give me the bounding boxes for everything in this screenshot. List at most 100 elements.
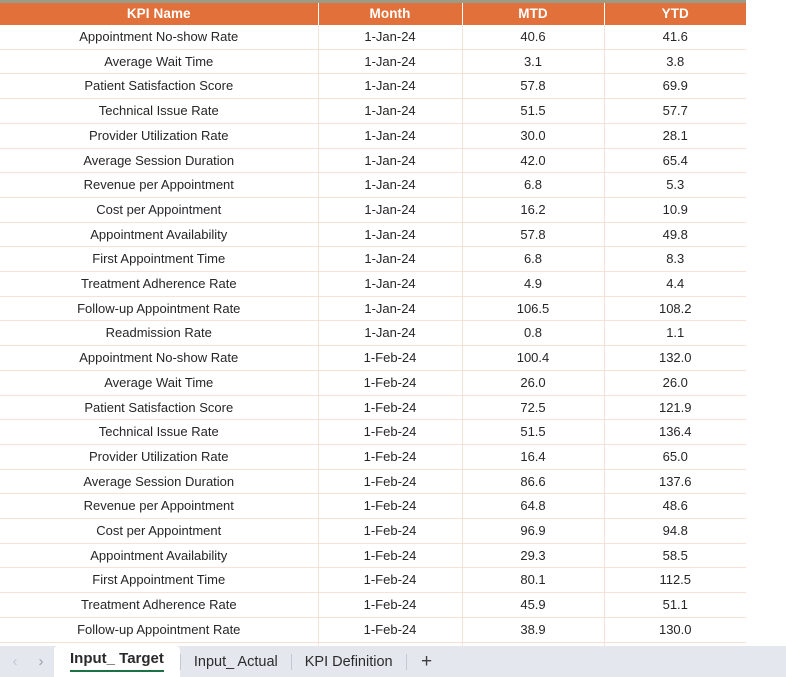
table-row[interactable]: Treatment Adherence Rate 1-Feb-24 45.9 51.1 [0,592,746,618]
cell-mtd[interactable]: 64.8 [462,493,605,520]
cell-ytd[interactable]: 94.8 [604,518,746,544]
cell-month[interactable]: 1-Jan-24 [318,73,463,100]
cell-kpi-name[interactable]: Average Session Duration [0,469,319,495]
cell-mtd[interactable]: 4.9 [462,271,605,297]
sheet-tab-bar[interactable]: ‹ › Input_ Target Input_ Actual KPI Defini… [0,646,786,677]
cell-kpi-name[interactable]: Cost per Appointment [0,518,319,544]
cell-ytd[interactable]: 136.4 [604,419,746,445]
cell-month[interactable]: 1-Jan-24 [318,172,463,198]
cell-kpi-name[interactable]: Patient Satisfaction Score [0,73,319,100]
cell-kpi-name[interactable]: Average Session Duration [0,148,319,174]
cell-kpi-name[interactable]: Appointment Availability [0,222,319,248]
column-header-mtd[interactable]: MTD [462,3,605,25]
table-row[interactable]: First Appointment Time 1-Feb-24 80.1 112.5 [0,567,746,594]
cell-ytd[interactable]: 112.5 [604,567,746,594]
cell-mtd[interactable]: 26.0 [462,370,605,396]
cell-ytd[interactable]: 41.6 [604,25,746,50]
cell-month[interactable]: 1-Feb-24 [318,543,463,569]
cell-mtd[interactable]: 16.2 [462,197,605,223]
cell-ytd[interactable]: 121.9 [604,395,746,421]
cell-ytd[interactable]: 130.0 [604,617,746,643]
sheet-tab-2[interactable]: KPI Definition [292,646,406,677]
cell-month[interactable]: 1-Jan-24 [318,271,463,297]
cell-month[interactable]: 1-Jan-24 [318,222,463,248]
table-row[interactable]: First Appointment Time 1-Jan-24 6.8 8.3 [0,246,746,273]
cell-mtd[interactable]: 106.5 [462,296,605,322]
cell-month[interactable]: 1-Feb-24 [318,444,463,470]
cell-mtd[interactable]: 40.6 [462,25,605,50]
cell-kpi-name[interactable]: Technical Issue Rate [0,419,319,445]
cell-mtd[interactable]: 38.9 [462,617,605,643]
cell-ytd[interactable]: 132.0 [604,345,746,371]
add-sheet-button[interactable]: + [407,646,447,677]
cell-month[interactable]: 1-Feb-24 [318,518,463,544]
cell-mtd[interactable]: 29.3 [462,543,605,569]
table-row[interactable]: Technical Issue Rate 1-Feb-24 51.5 136.4 [0,419,746,445]
sheet-nav-arrows[interactable]: ‹ › [0,646,54,677]
table-row[interactable]: Technical Issue Rate 1-Jan-24 51.5 57.7 [0,98,746,124]
table-row[interactable]: Follow-up Appointment Rate 1-Jan-24 106.5 1… [0,296,746,322]
cell-kpi-name[interactable]: Patient Satisfaction Score [0,395,319,421]
cell-kpi-name[interactable]: Revenue per Appointment [0,493,319,520]
table-row[interactable]: Appointment No-show Rate 1-Feb-24 100.4 132… [0,345,746,371]
table-row[interactable]: Average Wait Time 1-Jan-24 3.1 3.8 [0,49,746,75]
cell-kpi-name[interactable]: Revenue per Appointment [0,172,319,198]
table-row[interactable]: Provider Utilization Rate 1-Jan-24 30.0 28.… [0,123,746,149]
table-row[interactable]: Revenue per Appointment 1-Feb-24 64.8 48.6 [0,493,746,520]
table-row[interactable]: Average Wait Time 1-Feb-24 26.0 26.0 [0,370,746,396]
cell-kpi-name[interactable]: Provider Utilization Rate [0,123,319,149]
table-row[interactable]: Patient Satisfaction Score 1-Feb-24 72.5 12… [0,395,746,421]
cell-month[interactable]: 1-Jan-24 [318,123,463,149]
cell-kpi-name[interactable]: Appointment No-show Rate [0,345,319,371]
chevron-right-icon[interactable]: › [28,646,54,677]
table-row[interactable]: Patient Satisfaction Score 1-Jan-24 57.8 69… [0,73,746,100]
cell-month[interactable]: 1-Feb-24 [318,419,463,445]
cell-ytd[interactable]: 4.4 [604,271,746,297]
cell-ytd[interactable]: 51.1 [604,592,746,618]
cell-month[interactable]: 1-Jan-24 [318,98,463,124]
column-header-kpi-name[interactable]: KPI Name [0,3,319,25]
cell-ytd[interactable]: 8.3 [604,246,746,273]
cell-month[interactable]: 1-Jan-24 [318,49,463,75]
cell-kpi-name[interactable]: Appointment Availability [0,543,319,569]
cell-ytd[interactable]: 10.9 [604,197,746,223]
table-row[interactable]: Average Session Duration 1-Jan-24 42.0 65.4 [0,148,746,174]
kpi-data-table[interactable]: KPI Name Month MTD YTD Appointment No-sh… [0,3,746,646]
table-row[interactable]: Cost per Appointment 1-Feb-24 96.9 94.8 [0,518,746,544]
cell-mtd[interactable]: 80.1 [462,567,605,594]
column-header-month[interactable]: Month [318,3,463,25]
cell-month[interactable]: 1-Jan-24 [318,148,463,174]
cell-month[interactable]: 1-Feb-24 [318,395,463,421]
cell-month[interactable]: 1-Feb-24 [318,493,463,520]
cell-ytd[interactable]: 1.1 [604,320,746,347]
cell-kpi-name[interactable]: Average Wait Time [0,370,319,396]
cell-month[interactable]: 1-Feb-24 [318,592,463,618]
cell-mtd[interactable]: 57.8 [462,73,605,100]
cell-kpi-name[interactable]: Treatment Adherence Rate [0,271,319,297]
cell-ytd[interactable]: 108.2 [604,296,746,322]
sheet-tab-1[interactable]: Input_ Actual [181,646,291,677]
sheet-tabs[interactable]: Input_ Target Input_ Actual KPI Definition [54,646,407,677]
cell-mtd[interactable]: 45.9 [462,592,605,618]
table-row[interactable]: Follow-up Appointment Rate 1-Feb-24 38.9 13… [0,617,746,643]
cell-month[interactable]: 1-Feb-24 [318,370,463,396]
cell-mtd[interactable]: 86.6 [462,469,605,495]
cell-month[interactable]: 1-Feb-24 [318,617,463,643]
table-row[interactable]: Readmission Rate 1-Jan-24 0.8 1.1 [0,320,746,347]
cell-mtd[interactable]: 16.4 [462,444,605,470]
cell-ytd[interactable]: 57.7 [604,98,746,124]
cell-month[interactable]: 1-Feb-24 [318,567,463,594]
cell-ytd[interactable]: 69.9 [604,73,746,100]
cell-mtd[interactable]: 51.5 [462,419,605,445]
cell-ytd[interactable]: 65.0 [604,444,746,470]
table-row[interactable]: Cost per Appointment 1-Jan-24 16.2 10.9 [0,197,746,223]
cell-month[interactable]: 1-Jan-24 [318,246,463,273]
column-header-ytd[interactable]: YTD [604,3,746,25]
cell-ytd[interactable]: 49.8 [604,222,746,248]
cell-ytd[interactable]: 58.5 [604,543,746,569]
cell-kpi-name[interactable]: Provider Utilization Rate [0,444,319,470]
table-row[interactable]: Average Session Duration 1-Feb-24 86.6 137.… [0,469,746,495]
cell-mtd[interactable]: 3.1 [462,49,605,75]
cell-ytd[interactable]: 26.0 [604,370,746,396]
cell-mtd[interactable]: 51.5 [462,98,605,124]
